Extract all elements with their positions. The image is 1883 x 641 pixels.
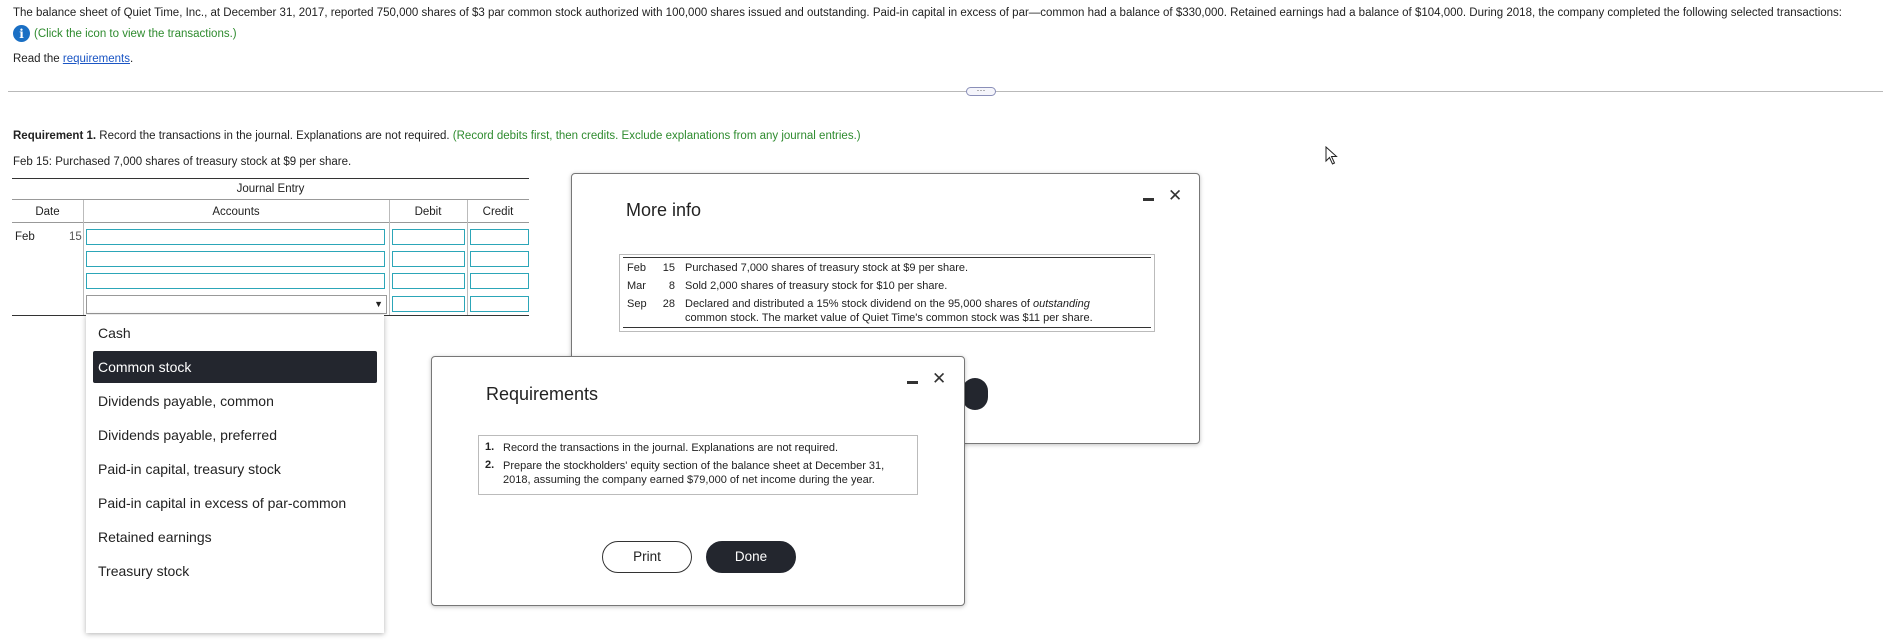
- dropdown-option[interactable]: Dividends payable, common: [93, 385, 377, 417]
- accounts-header: Accounts: [212, 206, 260, 218]
- transaction-text: Declared and distributed a 15% stock div…: [685, 298, 1033, 310]
- credit-header: Credit: [482, 206, 514, 218]
- click-hint[interactable]: (Click the icon to view the transactions…: [34, 28, 237, 40]
- account-input[interactable]: [86, 229, 385, 245]
- transaction-row: Mar 8 Sold 2,000 shares of treasury stock …: [627, 280, 947, 292]
- info-icon[interactable]: i: [13, 25, 30, 42]
- requirements-title: Requirements: [486, 384, 599, 404]
- transaction-day: 28: [662, 298, 675, 310]
- date-month: Feb: [15, 231, 35, 243]
- journal-title: Journal Entry: [236, 183, 305, 195]
- journal-entry-table: Journal Entry Date Accounts Debit Credit…: [12, 178, 529, 318]
- requirement-number: 2.: [485, 459, 495, 471]
- debit-header: Debit: [414, 206, 442, 218]
- requirement-text: Record the transactions in the journal. …: [96, 130, 453, 142]
- transactions-link-row[interactable]: i (Click the icon to view the transactio…: [13, 25, 237, 42]
- requirement-hint: (Record debits first, then credits. Excl…: [452, 130, 861, 142]
- credit-input[interactable]: [470, 273, 529, 289]
- account-input[interactable]: [86, 273, 385, 289]
- date-day: 15: [69, 231, 82, 243]
- requirement-item: 2. Prepare the stockholders' equity secti…: [485, 459, 913, 487]
- more-info-title: More info: [626, 200, 702, 220]
- col-divider: [467, 200, 468, 315]
- transaction-emphasis: outstanding: [1032, 298, 1090, 310]
- dropdown-option[interactable]: Dividends payable, preferred: [93, 419, 377, 451]
- credit-input[interactable]: [470, 251, 529, 267]
- close-icon[interactable]: ✕: [932, 369, 946, 389]
- requirement-item-text: Record the transactions in the journal. …: [503, 442, 839, 454]
- account-select[interactable]: ▼: [86, 295, 387, 314]
- debit-input[interactable]: [392, 273, 465, 289]
- account-dropdown-list: Cash Common stock Dividends payable, com…: [86, 315, 384, 633]
- divider-handle[interactable]: ···: [966, 86, 996, 96]
- dropdown-option[interactable]: Treasury stock: [93, 555, 377, 587]
- col-divider: [389, 200, 390, 315]
- read-suffix: .: [130, 53, 134, 65]
- account-input[interactable]: [86, 251, 385, 267]
- requirement-item: 1. Record the transactions in the journal…: [485, 441, 913, 455]
- header-rule: [12, 222, 529, 223]
- debit-input[interactable]: [392, 229, 465, 245]
- transactions-box: Feb 15 Purchased 7,000 shares of treasury …: [619, 254, 1155, 332]
- dropdown-option[interactable]: Paid-in capital in excess of par-common: [93, 487, 377, 519]
- transaction-day: 8: [668, 280, 675, 292]
- credit-input[interactable]: [470, 296, 529, 312]
- minimize-icon[interactable]: [1143, 198, 1154, 201]
- chevron-down-icon[interactable]: ▼: [374, 299, 383, 309]
- credit-input[interactable]: [470, 229, 529, 245]
- debit-input[interactable]: [392, 251, 465, 267]
- dropdown-option[interactable]: Cash: [93, 317, 377, 349]
- print-button[interactable]: Print: [602, 541, 692, 573]
- transaction-text: Purchased 7,000 shares of treasury stock…: [685, 262, 969, 274]
- problem-intro: The balance sheet of Quiet Time, Inc., a…: [13, 7, 1842, 19]
- transaction-text: Sold 2,000 shares of treasury stock for …: [685, 280, 948, 292]
- transaction-month: Sep: [627, 298, 647, 310]
- dropdown-option[interactable]: Paid-in capital, treasury stock: [93, 453, 377, 485]
- section-divider: [8, 91, 1883, 92]
- requirement-number: 1.: [485, 441, 495, 453]
- done-button[interactable]: Done: [706, 541, 796, 573]
- transaction-row: Sep 28 Declared and distributed a 15% stoc…: [627, 298, 1090, 310]
- box-bottom-rule: [623, 327, 1151, 328]
- col-divider: [83, 200, 84, 315]
- date-header: Date: [35, 206, 60, 218]
- mouse-cursor-icon: [1325, 145, 1339, 169]
- current-transaction: Feb 15: Purchased 7,000 shares of treasu…: [13, 156, 352, 168]
- box-top-rule: [623, 257, 1151, 258]
- minimize-icon[interactable]: [907, 381, 918, 384]
- transaction-row: Feb 15 Purchased 7,000 shares of treasury …: [627, 262, 968, 274]
- debit-input[interactable]: [392, 296, 465, 312]
- requirements-list: 1. Record the transactions in the journal…: [478, 435, 918, 495]
- requirements-link[interactable]: requirements: [63, 53, 130, 65]
- close-icon[interactable]: ✕: [1168, 186, 1182, 206]
- requirement-item-text: Prepare the stockholders' equity section…: [503, 460, 885, 486]
- read-prefix: Read the: [13, 53, 63, 65]
- title-rule: [12, 199, 529, 200]
- requirement-1-line: Requirement 1. Record the transactions i…: [13, 130, 861, 142]
- dropdown-option[interactable]: Retained earnings: [93, 521, 377, 553]
- dropdown-option-highlighted[interactable]: Common stock: [93, 351, 377, 383]
- requirements-dialog: Requirements ✕ 1. Record the transactions…: [431, 356, 965, 606]
- transaction-row-continued: common stock. The market value of Quiet …: [685, 312, 1093, 324]
- transaction-month: Mar: [627, 280, 646, 292]
- table-top-rule: [12, 178, 529, 179]
- read-requirements-row: Read the requirements.: [13, 53, 133, 65]
- requirement-label: Requirement 1.: [13, 130, 97, 142]
- transaction-day: 15: [662, 262, 675, 274]
- hidden-button-edge[interactable]: [962, 378, 988, 410]
- transaction-month: Feb: [627, 262, 646, 274]
